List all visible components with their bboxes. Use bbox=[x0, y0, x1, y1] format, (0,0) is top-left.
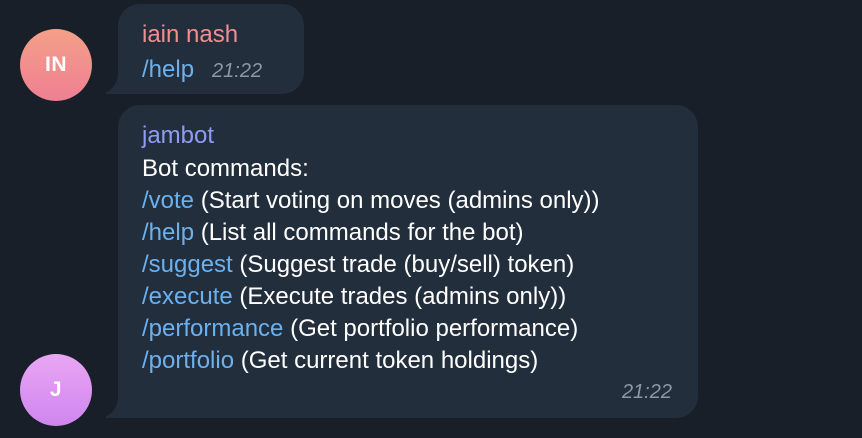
performance-command-link[interactable]: /performance bbox=[142, 315, 283, 342]
sender-name[interactable]: jambot bbox=[142, 121, 698, 151]
command-line: /vote (Start voting on moves (admins onl… bbox=[142, 185, 698, 217]
message-bubble[interactable]: jambot Bot commands: /vote (Start voting… bbox=[106, 105, 698, 418]
command-description: (Get portfolio performance) bbox=[283, 315, 579, 342]
command-line: /execute (Execute trades (admins only)) bbox=[142, 281, 698, 313]
execute-command-link[interactable]: /execute bbox=[142, 283, 233, 310]
avatar-initials: IN bbox=[45, 53, 67, 76]
vote-command-link[interactable]: /vote bbox=[142, 187, 194, 214]
message-timestamp: 21:22 bbox=[212, 60, 263, 82]
command-description: (Get current token holdings) bbox=[234, 347, 539, 374]
avatar[interactable]: IN bbox=[20, 29, 92, 101]
suggest-command-link[interactable]: /suggest bbox=[142, 251, 233, 278]
message-intro: Bot commands: bbox=[142, 155, 309, 182]
command-line: /performance (Get portfolio performance) bbox=[142, 313, 698, 345]
command-line: /suggest (Suggest trade (buy/sell) token… bbox=[142, 249, 698, 281]
bubble-tail bbox=[106, 398, 126, 418]
command-line: /help (List all commands for the bot) bbox=[142, 217, 698, 249]
bubble-tail bbox=[106, 74, 126, 94]
message-timestamp: 21:22 bbox=[621, 381, 672, 403]
message-bubble[interactable]: iain nash /help 21:22 bbox=[106, 4, 304, 94]
command-line: /portfolio (Get current token holdings) bbox=[142, 345, 698, 377]
command-description: (Suggest trade (buy/sell) token) bbox=[232, 251, 575, 278]
command-description: (List all commands for the bot) bbox=[194, 219, 524, 246]
help-command-link[interactable]: /help bbox=[142, 56, 194, 83]
avatar-initials: J bbox=[49, 378, 63, 401]
command-description: (Execute trades (admins only)) bbox=[232, 283, 567, 310]
help-command-link[interactable]: /help bbox=[142, 219, 194, 246]
portfolio-command-link[interactable]: /portfolio bbox=[142, 347, 234, 374]
sender-name[interactable]: iain nash bbox=[142, 20, 304, 50]
chat-area: IN iain nash /help 21:22 J jambot Bot com… bbox=[0, 0, 862, 438]
command-description: (Start voting on moves (admins only)) bbox=[194, 187, 600, 214]
avatar[interactable]: J bbox=[20, 354, 92, 426]
